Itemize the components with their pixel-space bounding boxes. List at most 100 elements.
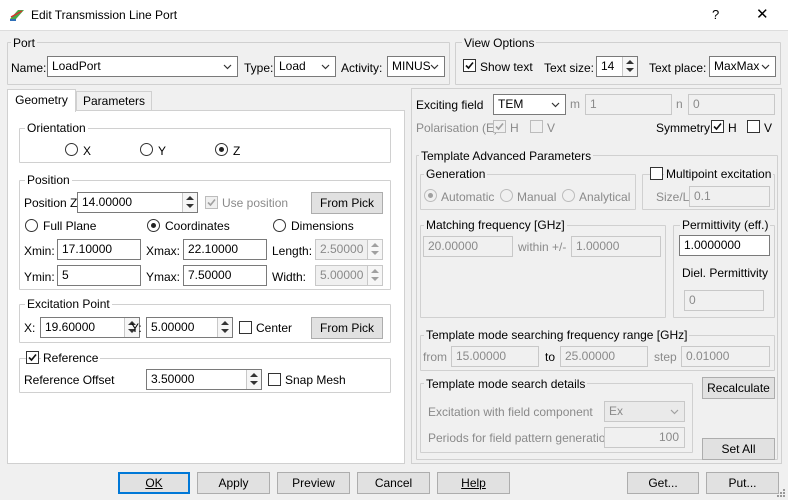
excitation-from-pick-button[interactable]: From Pick bbox=[311, 317, 383, 339]
help-button[interactable]: Help bbox=[437, 472, 510, 494]
apply-label: Apply bbox=[218, 476, 249, 490]
analytical-radio[interactable] bbox=[562, 189, 575, 202]
position-z-spinbox[interactable]: 14.00000 bbox=[77, 192, 198, 213]
ymax-field[interactable]: 7.50000 bbox=[183, 265, 267, 286]
step-field[interactable]: 0.01000 bbox=[681, 346, 770, 367]
width-spinbox[interactable]: 5.00000 bbox=[315, 265, 383, 286]
m-field[interactable]: 1 bbox=[585, 94, 672, 115]
spin-buttons[interactable] bbox=[622, 57, 637, 76]
close-icon[interactable]: ✕ bbox=[756, 5, 769, 23]
periods-value: 100 bbox=[658, 430, 679, 444]
type-combo[interactable]: Load bbox=[274, 56, 336, 77]
snap-mesh-checkbox[interactable] bbox=[268, 373, 281, 386]
ymin-field[interactable]: 5 bbox=[57, 265, 141, 286]
position-from-pick-button[interactable]: From Pick bbox=[311, 192, 383, 214]
from-field[interactable]: 15.00000 bbox=[451, 346, 539, 367]
periods-field[interactable]: 100 bbox=[604, 427, 685, 448]
text-size-spinbox[interactable]: 14 bbox=[596, 56, 638, 77]
tab-parameters[interactable]: Parameters bbox=[76, 91, 152, 111]
spin-buttons[interactable] bbox=[217, 318, 232, 337]
chevron-down-icon bbox=[223, 64, 232, 70]
ok-button[interactable]: OK bbox=[118, 472, 190, 494]
excitation-component-combo[interactable]: Ex bbox=[604, 401, 685, 422]
tab-geometry[interactable]: Geometry bbox=[7, 89, 76, 112]
ymin-value: 5 bbox=[62, 268, 69, 282]
reference-offset-spinbox[interactable]: 3.50000 bbox=[146, 369, 262, 390]
symmetry-v-label: V bbox=[764, 121, 773, 135]
orientation-label: Orientation bbox=[25, 121, 88, 135]
reference-offset-label: Reference Offset bbox=[24, 373, 115, 387]
xmin-field[interactable]: 17.10000 bbox=[57, 239, 141, 260]
set-all-button[interactable]: Set All bbox=[702, 438, 775, 460]
excitation-y-spinbox[interactable]: 5.00000 bbox=[146, 317, 233, 338]
get-button[interactable]: Get... bbox=[627, 472, 699, 494]
length-spinbox[interactable]: 2.50000 bbox=[315, 239, 383, 260]
multipoint-label: Multipoint excitation bbox=[664, 167, 774, 181]
cancel-button[interactable]: Cancel bbox=[357, 472, 430, 494]
polarisation-v-checkbox[interactable] bbox=[530, 120, 543, 133]
window-title: Edit Transmission Line Port bbox=[31, 8, 178, 22]
symmetry-v-checkbox[interactable] bbox=[747, 120, 760, 133]
dimensions-label: Dimensions bbox=[291, 219, 354, 233]
set-all-label: Set All bbox=[721, 442, 756, 456]
automatic-label: Automatic bbox=[441, 190, 495, 204]
polarisation-h-checkbox[interactable] bbox=[493, 120, 506, 133]
automatic-radio[interactable] bbox=[424, 189, 437, 202]
help-icon[interactable]: ? bbox=[712, 7, 719, 22]
title-bar: Edit Transmission Line Port ? ✕ bbox=[0, 0, 788, 31]
name-combo[interactable]: LoadPort bbox=[47, 56, 238, 77]
check-icon bbox=[713, 122, 722, 131]
chevron-down-icon bbox=[670, 409, 679, 415]
size-l-field[interactable]: 0.1 bbox=[689, 186, 770, 207]
reference-checkbox[interactable] bbox=[26, 351, 39, 364]
orientation-y-radio[interactable] bbox=[140, 143, 153, 156]
orientation-z-radio[interactable] bbox=[215, 143, 228, 156]
spin-buttons[interactable] bbox=[367, 240, 382, 259]
center-checkbox[interactable] bbox=[239, 321, 252, 334]
to-field[interactable]: 25.00000 bbox=[560, 346, 648, 367]
excitation-component-label: Excitation with field component bbox=[428, 405, 593, 419]
spin-buttons[interactable] bbox=[182, 193, 197, 212]
orientation-x-label: X bbox=[83, 144, 92, 158]
preview-button[interactable]: Preview bbox=[277, 472, 350, 494]
exciting-field-combo[interactable]: TEM bbox=[493, 94, 566, 115]
recalculate-button[interactable]: Recalculate bbox=[702, 377, 775, 399]
name-value: LoadPort bbox=[52, 59, 101, 73]
use-position-checkbox[interactable] bbox=[205, 196, 218, 209]
app-icon bbox=[10, 10, 24, 21]
permittivity-field[interactable]: 1.0000000 bbox=[679, 235, 770, 256]
excitation-point-label: Excitation Point bbox=[25, 297, 112, 311]
xmax-field[interactable]: 22.10000 bbox=[183, 239, 267, 260]
within-field[interactable]: 1.00000 bbox=[571, 236, 661, 257]
manual-radio[interactable] bbox=[500, 189, 513, 202]
symmetry-h-checkbox[interactable] bbox=[711, 120, 724, 133]
periods-label: Periods for field pattern generation bbox=[428, 431, 613, 445]
permittivity-label: Permittivity (eff.) bbox=[680, 218, 771, 232]
use-position-label: Use position bbox=[222, 196, 289, 210]
matching-frequency-field[interactable]: 20.00000 bbox=[423, 236, 513, 257]
permittivity-value: 1.0000000 bbox=[684, 238, 741, 252]
diel-permittivity-field[interactable]: 0 bbox=[684, 290, 764, 311]
width-value: 5.00000 bbox=[320, 268, 364, 282]
full-plane-radio[interactable] bbox=[25, 219, 38, 232]
n-value: 0 bbox=[693, 97, 700, 111]
orientation-x-radio[interactable] bbox=[65, 143, 78, 156]
n-field[interactable]: 0 bbox=[688, 94, 775, 115]
multipoint-checkbox[interactable] bbox=[650, 167, 663, 180]
excitation-x-spinbox[interactable]: 19.60000 bbox=[40, 317, 140, 338]
activity-combo[interactable]: MINUS bbox=[387, 56, 445, 77]
check-icon bbox=[207, 198, 216, 207]
dimensions-radio[interactable] bbox=[273, 219, 286, 232]
put-button[interactable]: Put... bbox=[706, 472, 779, 494]
spin-buttons[interactable] bbox=[367, 266, 382, 285]
matching-frequency-label: Matching frequency [GHz] bbox=[424, 218, 567, 232]
center-label: Center bbox=[256, 321, 293, 335]
excitation-x-value: 19.60000 bbox=[45, 320, 96, 334]
spin-buttons[interactable] bbox=[246, 370, 261, 389]
size-l-label: Size/L bbox=[656, 190, 690, 204]
coordinates-radio[interactable] bbox=[147, 219, 160, 232]
text-place-combo[interactable]: MaxMax bbox=[709, 56, 776, 77]
show-text-checkbox[interactable] bbox=[463, 59, 476, 72]
apply-button[interactable]: Apply bbox=[197, 472, 270, 494]
resize-grip-icon[interactable] bbox=[776, 488, 786, 498]
